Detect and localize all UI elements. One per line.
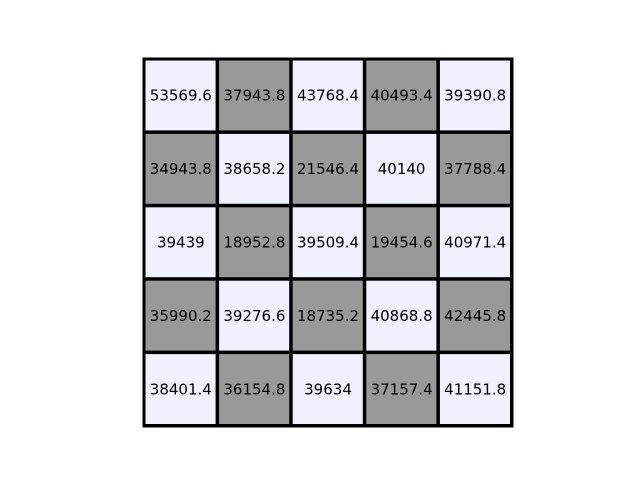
cell-divider — [364, 130, 439, 134]
cell-value: 18735.2 — [297, 307, 359, 325]
cell-value: 18952.8 — [223, 234, 285, 252]
cell-divider — [215, 205, 219, 280]
cell-divider — [144, 424, 218, 427]
cell-value: 34943.8 — [150, 160, 212, 178]
cell-divider — [364, 203, 439, 207]
cell-divider — [215, 352, 219, 426]
cell-value: 39634 — [304, 380, 352, 398]
cell-divider — [364, 277, 439, 281]
cell-divider — [510, 279, 513, 353]
cell-divider — [144, 203, 218, 207]
cell-value: 40140 — [378, 160, 426, 178]
cell-divider — [217, 277, 292, 281]
cell-divider — [215, 279, 219, 353]
cell-divider — [362, 205, 366, 280]
cell-divider — [291, 203, 365, 207]
cell-divider — [291, 277, 365, 281]
cell-divider — [436, 352, 440, 426]
cell-divider — [510, 352, 513, 426]
cell-divider — [289, 352, 293, 426]
cell-divider — [510, 205, 513, 280]
cell-divider — [362, 279, 366, 353]
table-cells: 53569.6 37943.8 43768.4 40493.4 39390.8 34943… — [142, 57, 514, 428]
cell-value: 40971.4 — [444, 234, 506, 252]
cell-value: 53569.6 — [150, 87, 212, 105]
cell-divider — [510, 132, 513, 206]
cell-value: 36154.8 — [223, 380, 285, 398]
cell-divider — [289, 59, 293, 133]
cell-value: 37788.4 — [444, 160, 506, 178]
cell-value: 42445.8 — [444, 307, 506, 325]
cell-divider — [362, 352, 366, 426]
cell-value: 39509.4 — [297, 234, 359, 252]
cell-value: 21546.4 — [297, 160, 359, 178]
cell-divider — [217, 350, 292, 354]
cell-divider — [436, 59, 440, 133]
cell-divider — [144, 277, 218, 281]
cell-value: 37943.8 — [223, 87, 285, 105]
cell-divider — [217, 203, 292, 207]
cell-value: 43768.4 — [297, 87, 359, 105]
cell-divider — [438, 130, 512, 134]
cell-divider — [436, 205, 440, 280]
cell-value: 40868.8 — [371, 307, 433, 325]
cell-divider — [362, 132, 366, 206]
cell-divider — [291, 130, 365, 134]
cell-divider — [215, 132, 219, 206]
cell-divider — [144, 130, 218, 134]
cell-value: 19454.6 — [371, 234, 433, 252]
cell-value: 41151.8 — [444, 380, 506, 398]
cell-divider — [364, 424, 439, 427]
cell-divider — [436, 279, 440, 353]
cell-value: 38658.2 — [223, 160, 285, 178]
cell-divider — [510, 59, 513, 133]
cell-value: 39390.8 — [444, 87, 506, 105]
cell-divider — [436, 132, 440, 206]
cell-divider — [438, 203, 512, 207]
cell-divider — [438, 424, 512, 427]
cell-value: 35990.2 — [150, 307, 212, 325]
cell-value: 39276.6 — [223, 307, 285, 325]
cell-divider — [291, 424, 365, 427]
cell-divider — [144, 350, 218, 354]
cell-divider — [215, 59, 219, 133]
cell-value: 39439 — [157, 234, 205, 252]
cell-divider — [289, 205, 293, 280]
checkerboard-table: 53569.6 37943.8 43768.4 40493.4 39390.8 34943… — [0, 0, 640, 480]
cell-divider — [364, 350, 439, 354]
cell-value: 37157.4 — [371, 380, 433, 398]
cell-divider — [289, 132, 293, 206]
cell-value: 40493.4 — [371, 87, 433, 105]
cell-divider — [438, 350, 512, 354]
cell-divider — [291, 350, 365, 354]
cell-divider — [362, 59, 366, 133]
cell-divider — [438, 277, 512, 281]
cell-value: 38401.4 — [150, 380, 212, 398]
cell-divider — [217, 130, 292, 134]
cell-divider — [289, 279, 293, 353]
cell-divider — [217, 424, 292, 427]
